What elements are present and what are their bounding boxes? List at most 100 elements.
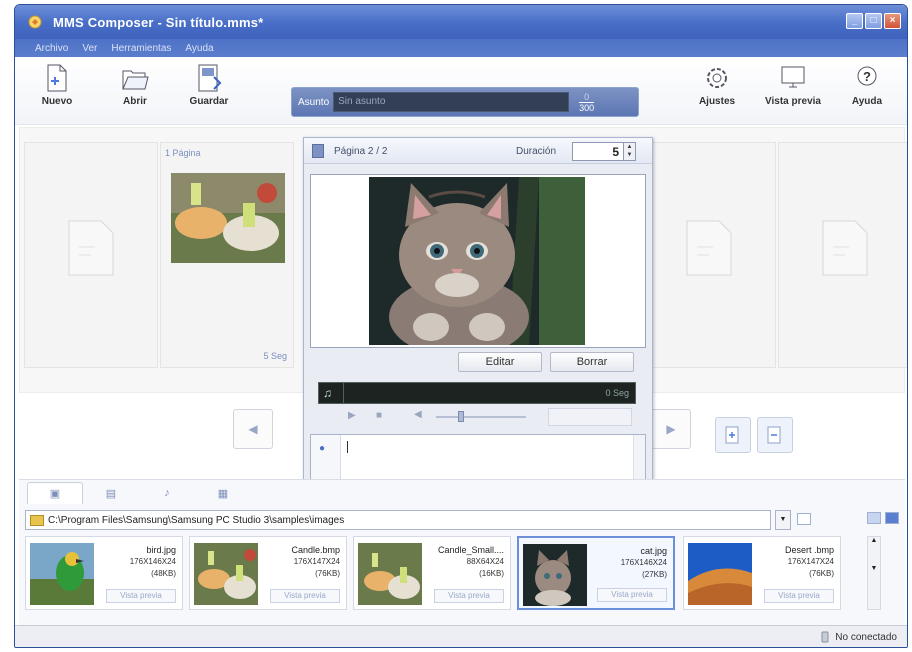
save-button[interactable]: Guardar xyxy=(181,63,237,107)
thumbnail-scrollbar[interactable]: ▲ ▼ xyxy=(867,536,881,610)
play-icon[interactable]: ▶ xyxy=(348,410,356,421)
phone-icon xyxy=(821,631,829,643)
thumbnail-item[interactable]: bird.jpg 176X146X24 (48KB) Vista previa xyxy=(25,536,183,610)
audio-option-button[interactable] xyxy=(548,408,632,426)
add-page-button[interactable] xyxy=(715,417,751,453)
minimize-button[interactable]: _ xyxy=(846,13,863,29)
page-card-1[interactable]: 1 Página 5 Seg xyxy=(160,142,294,368)
text-caret xyxy=(347,441,348,453)
tab-audio[interactable]: ♪ xyxy=(139,482,195,504)
bird-image xyxy=(30,543,94,605)
thumbnail-name: cat.jpg xyxy=(640,546,667,556)
empty-page-slot[interactable] xyxy=(24,142,158,368)
thumbnail-item[interactable]: Candle.bmp 176X147X24 (76KB) Vista previ… xyxy=(189,536,347,610)
page-card-label: 1 Página xyxy=(165,148,201,158)
empty-page-icon xyxy=(686,220,732,276)
volume-slider-track[interactable] xyxy=(436,416,526,418)
settings-button[interactable]: Ajustes xyxy=(689,63,745,107)
folder-up-icon[interactable] xyxy=(797,513,811,525)
volume-slider-handle[interactable] xyxy=(458,411,464,422)
thumbnail-preview-button[interactable]: Vista previa xyxy=(764,589,834,603)
cat-photo xyxy=(369,177,585,345)
subject-input[interactable]: Sin asunto xyxy=(333,92,570,112)
audio-icon: ♪ xyxy=(164,487,170,499)
audio-controls: ▶ ■ ◀ xyxy=(318,406,636,428)
menu-tools[interactable]: Herramientas xyxy=(111,43,171,54)
delete-button[interactable]: Borrar xyxy=(550,352,634,372)
thumbnail-view-icon[interactable] xyxy=(885,512,899,524)
thumbnail-preview-button[interactable]: Vista previa xyxy=(434,589,504,603)
thumbnail-dims: 88X64X24 xyxy=(466,557,504,566)
delete-page-button[interactable] xyxy=(757,417,793,453)
save-icon xyxy=(198,64,222,92)
duration-value[interactable]: 5 xyxy=(573,145,623,159)
arrow-right-icon: ▶ xyxy=(666,422,676,436)
music-note-icon: ♫ xyxy=(323,386,332,400)
candle-small-image xyxy=(358,543,422,605)
menu-view[interactable]: Ver xyxy=(82,43,97,54)
subject-box: Asunto Sin asunto 0 300 xyxy=(291,87,639,117)
tab-templates[interactable]: ▦ xyxy=(195,482,251,504)
connection-status: No conectado xyxy=(819,631,897,643)
thumbnail-preview-button[interactable]: Vista previa xyxy=(597,588,667,602)
thumbnail-size: (76KB) xyxy=(315,569,340,578)
candle-thumbnail xyxy=(171,173,285,263)
tab-video[interactable]: ▤ xyxy=(83,482,139,504)
duration-stepper[interactable]: 5 ▲ ▼ xyxy=(572,142,636,161)
desert-image xyxy=(688,543,752,605)
folder-path-field[interactable]: C:\Program Files\Samsung\Samsung PC Stud… xyxy=(25,510,771,530)
new-button[interactable]: Nuevo xyxy=(29,63,85,107)
help-label: Ayuda xyxy=(851,96,883,107)
page-canvas[interactable] xyxy=(310,174,646,348)
thumbnail-preview-button[interactable]: Vista previa xyxy=(270,589,340,603)
thumbnail-size: (16KB) xyxy=(479,569,504,578)
view-toggle xyxy=(867,512,899,524)
empty-page-slot[interactable] xyxy=(778,142,907,368)
maximize-button[interactable]: □ xyxy=(865,13,882,29)
thumbnail-size: (48KB) xyxy=(151,569,176,578)
page-card-seconds: 5 Seg xyxy=(263,351,287,361)
open-button[interactable]: Abrir xyxy=(107,63,163,107)
video-icon: ▤ xyxy=(105,487,117,500)
delete-page-icon xyxy=(767,426,781,444)
subject-counter-max: 300 xyxy=(579,102,595,113)
preview-button[interactable]: Vista previa xyxy=(761,63,825,107)
next-page-button[interactable]: ▶ xyxy=(651,409,691,449)
close-button[interactable]: × xyxy=(884,13,901,29)
menu-help[interactable]: Ayuda xyxy=(185,43,213,54)
add-page-icon xyxy=(725,426,739,444)
thumbnail-dims: 176X147X24 xyxy=(293,557,340,566)
help-button[interactable]: ? Ayuda xyxy=(839,63,895,107)
stop-icon[interactable]: ■ xyxy=(376,410,382,421)
thumbnail-item[interactable]: Desert .bmp 176X147X24 (76KB) Vista prev… xyxy=(683,536,841,610)
volume-icon: ◀ xyxy=(414,409,422,420)
path-dropdown-button[interactable]: ▼ xyxy=(775,510,791,530)
thumbnail-item[interactable]: Candle_Small.... 88X64X24 (16KB) Vista p… xyxy=(353,536,511,610)
folder-icon xyxy=(30,514,44,526)
page-icon xyxy=(312,144,324,158)
menu-file[interactable]: Archivo xyxy=(35,43,68,54)
thumbnail-name: bird.jpg xyxy=(146,545,176,555)
previous-page-button[interactable]: ◀ xyxy=(233,409,273,449)
template-icon: ▦ xyxy=(217,487,229,500)
list-view-icon[interactable] xyxy=(867,512,881,524)
page-indicator: Página 2 / 2 xyxy=(334,146,388,157)
thumbnail-size: (27KB) xyxy=(642,570,667,579)
empty-page-slot[interactable] xyxy=(642,142,776,368)
new-label: Nuevo xyxy=(41,96,73,107)
thumbnail-item-selected[interactable]: cat.jpg 176X146X24 (27KB) Vista previa xyxy=(517,536,675,610)
thumbnail-dims: 176X146X24 xyxy=(620,558,667,567)
save-label: Guardar xyxy=(189,96,229,107)
media-browser: ▣ ▤ ♪ ▦ C:\Program Files\Samsung\Samsung… xyxy=(19,479,905,627)
thumbnail-dims: 176X146X24 xyxy=(129,557,176,566)
thumbnail-preview-button[interactable]: Vista previa xyxy=(106,589,176,603)
folder-open-icon xyxy=(122,70,149,90)
spinner-arrows-icon[interactable]: ▲ ▼ xyxy=(623,143,635,160)
audio-track[interactable]: ♫ 0 Seg xyxy=(318,382,636,404)
tab-images[interactable]: ▣ xyxy=(27,482,83,504)
text-style-icon[interactable]: ● xyxy=(319,443,325,454)
audio-divider xyxy=(343,383,344,403)
edit-button[interactable]: Editar xyxy=(458,352,542,372)
app-icon xyxy=(28,15,42,29)
app-window: MMS Composer - Sin título.mms* _ □ × Arc… xyxy=(14,4,908,648)
